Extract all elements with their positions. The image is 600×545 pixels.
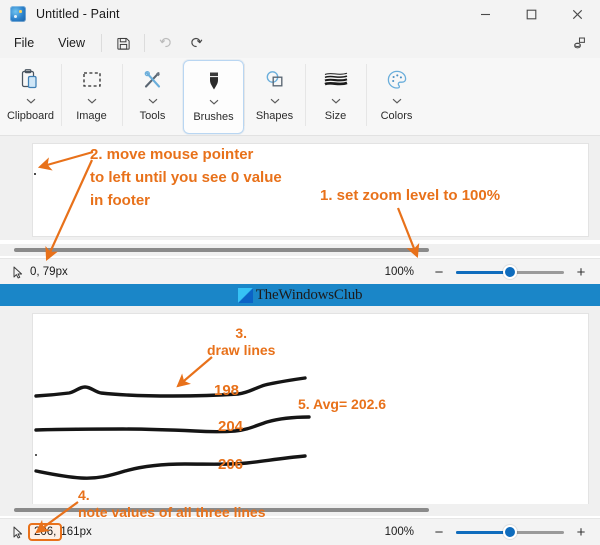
redo-icon[interactable]: [183, 32, 209, 54]
annotation-step-4: 4. note values of all three lines: [78, 487, 266, 520]
paint-palette-icon: [10, 6, 26, 22]
annotation-step-3: 3. draw lines: [207, 325, 276, 358]
top-coordinates-readout: 0, 79px: [30, 266, 68, 278]
chevron-down-icon[interactable]: [87, 96, 97, 106]
plus-icon: +: [576, 523, 586, 541]
top-horizontal-scrollbar[interactable]: [0, 244, 600, 256]
ribbon-group-colors[interactable]: Colors: [366, 60, 427, 134]
save-icon[interactable]: [110, 32, 136, 54]
title-bar: Untitled - Paint: [0, 0, 600, 28]
watermark-text: TheWindowsClub: [255, 286, 363, 303]
bottom-coordinate-x-highlight: 206,: [27, 523, 63, 541]
ribbon-label-shapes: Shapes: [255, 110, 294, 122]
bottom-zoom-fill: [456, 531, 510, 534]
chevron-down-icon[interactable]: [148, 96, 158, 106]
top-scroll-thumb[interactable]: [14, 248, 429, 252]
ribbon-label-colors: Colors: [380, 110, 413, 122]
chevron-down-icon[interactable]: [26, 96, 36, 106]
line-value-198: 198: [214, 382, 240, 399]
annotation-step-2: 2. move mouse pointer to left until you …: [90, 146, 282, 209]
menu-item-file[interactable]: File: [4, 33, 44, 53]
top-zoom-controls: 100% − +: [385, 259, 600, 285]
line-value-204: 204: [218, 418, 244, 435]
ribbon-group-image[interactable]: Image: [61, 60, 122, 134]
ribbon-label-clipboard: Clipboard: [6, 110, 55, 122]
windows-club-logo: [237, 287, 253, 303]
ribbon-label-size: Size: [324, 110, 347, 122]
bottom-zoom-knob[interactable]: [503, 525, 517, 539]
watermark-band: TheWindowsClub: [0, 284, 600, 306]
menu-divider-2: [144, 34, 146, 52]
bottom-zoom-out-button[interactable]: −: [428, 521, 450, 543]
cursor-pointer-icon: [12, 525, 24, 539]
top-zoom-fill: [456, 271, 510, 274]
ribbon-group-shapes[interactable]: Shapes: [244, 60, 305, 134]
image-select-icon: [80, 66, 104, 94]
top-zoom-slider[interactable]: [456, 261, 564, 283]
bottom-coordinate-y: 161px: [60, 526, 92, 538]
top-zoom-knob[interactable]: [503, 265, 517, 279]
ribbon-group-tools[interactable]: Tools: [122, 60, 183, 134]
shapes-icon: [263, 66, 287, 94]
paint-window: Untitled - Paint File View Clipboard Ima…: [0, 0, 600, 545]
close-icon[interactable]: [554, 0, 600, 28]
tools-pencil-brush-icon: [141, 66, 165, 94]
bottom-zoom-in-button[interactable]: +: [570, 521, 592, 543]
minus-icon: −: [434, 523, 444, 541]
bottom-status-bar: 206, 161px 100% − +: [0, 518, 600, 545]
chevron-down-icon[interactable]: [209, 97, 219, 107]
ribbon-label-brushes: Brushes: [193, 111, 234, 123]
chevron-down-icon[interactable]: [392, 96, 402, 106]
ribbon-group-clipboard[interactable]: Clipboard: [0, 60, 61, 134]
bottom-zoom-slider[interactable]: [456, 521, 564, 543]
chevron-down-icon[interactable]: [270, 96, 280, 106]
menu-item-view[interactable]: View: [48, 33, 95, 53]
ribbon-toolbar: Clipboard Image Tools Brushes Shapes Siz…: [0, 58, 600, 136]
top-zoom-out-button[interactable]: −: [428, 261, 450, 283]
clipboard-icon: [19, 66, 43, 94]
bottom-zoom-controls: 100% − +: [385, 519, 600, 545]
bottom-coordinates-readout: 206, 161px: [27, 523, 92, 541]
copilot-icon[interactable]: [566, 31, 592, 55]
cursor-pointer-icon: [12, 265, 24, 279]
plus-icon: +: [576, 263, 586, 281]
line-value-206: 206: [218, 456, 244, 473]
menu-bar: File View: [0, 28, 600, 58]
top-zoom-percent: 100%: [384, 266, 414, 278]
minimize-icon[interactable]: [462, 0, 508, 28]
chevron-down-icon[interactable]: [331, 96, 341, 106]
annotation-step-1: 1. set zoom level to 100%: [320, 187, 501, 204]
top-status-bar: 0, 79px 100% − +: [0, 258, 600, 285]
top-zoom-in-button[interactable]: +: [570, 261, 592, 283]
size-lines-icon: [323, 66, 349, 94]
minus-icon: −: [434, 263, 444, 281]
window-controls: [462, 0, 600, 28]
bottom-zoom-percent: 100%: [384, 526, 414, 538]
ribbon-label-image: Image: [76, 110, 107, 122]
brush-icon: [202, 67, 226, 95]
color-palette-icon: [385, 66, 409, 94]
maximize-icon[interactable]: [508, 0, 554, 28]
window-title: Untitled - Paint: [36, 7, 120, 21]
ribbon-group-size[interactable]: Size: [305, 60, 366, 134]
undo-icon[interactable]: [153, 32, 179, 54]
ribbon-label-tools: Tools: [139, 110, 166, 122]
menu-divider-1: [101, 34, 103, 52]
ribbon-group-brushes[interactable]: Brushes: [183, 60, 244, 134]
annotation-step-5: 5. Avg= 202.6: [298, 396, 387, 412]
